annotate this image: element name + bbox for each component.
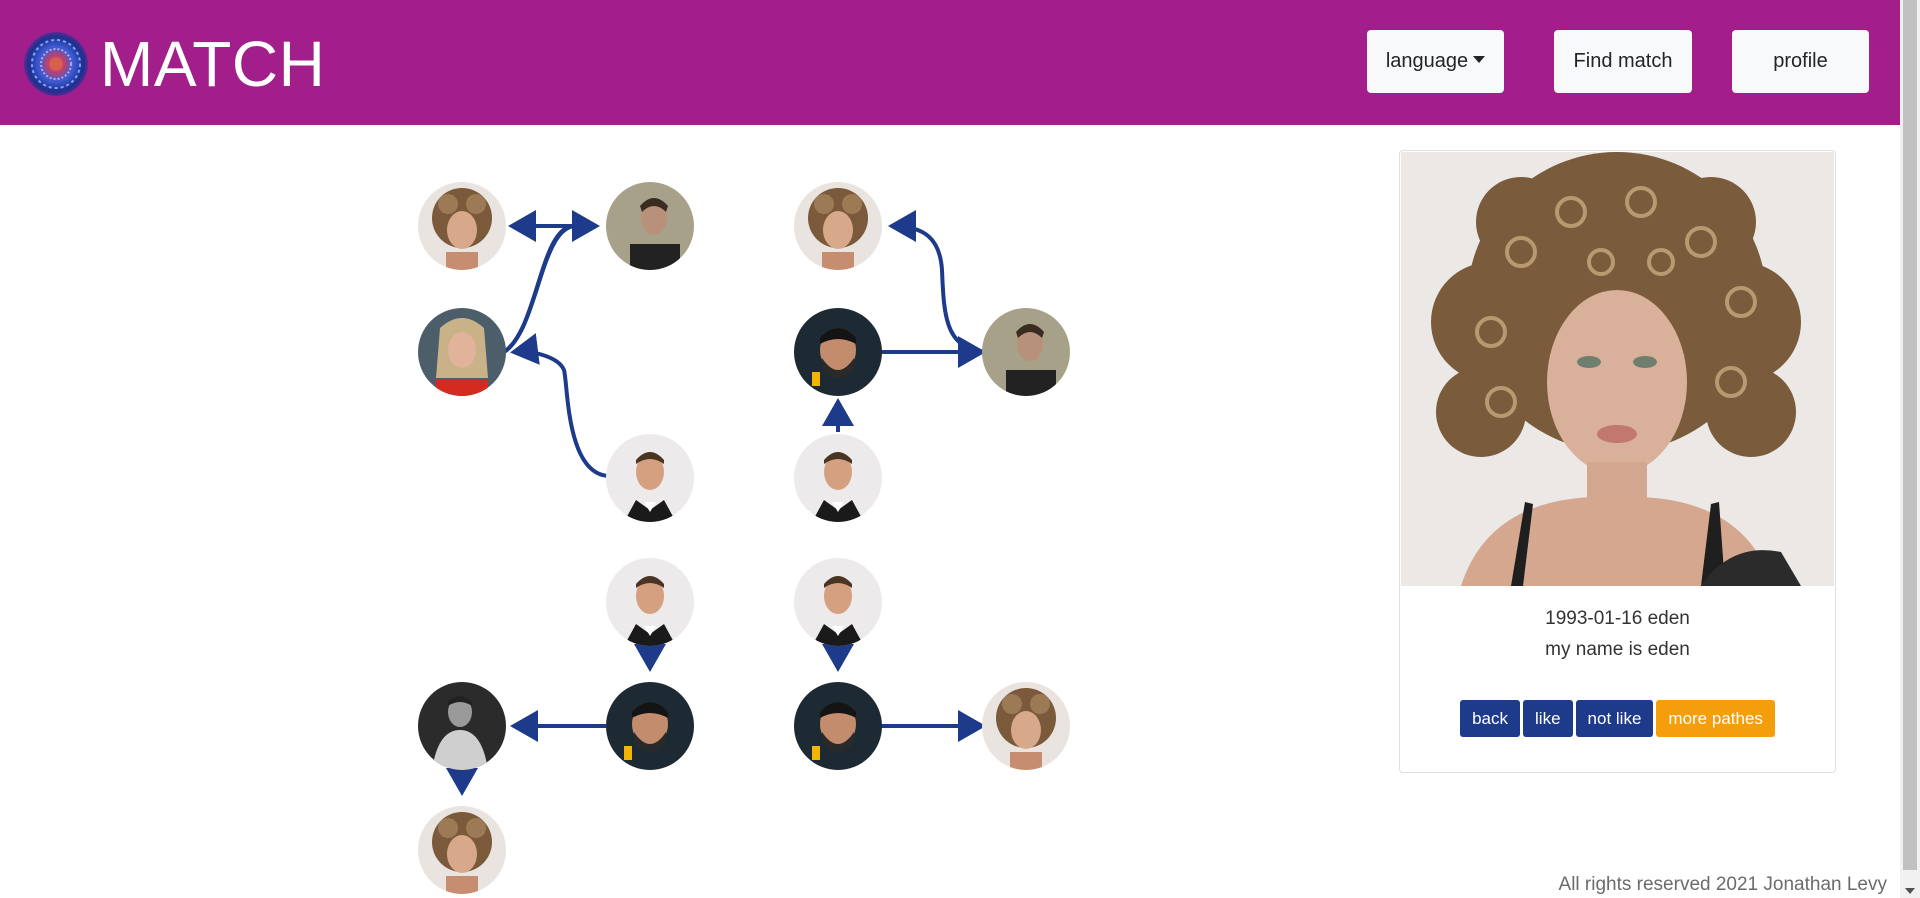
curly-hair-woman-avatar[interactable]: [982, 682, 1070, 770]
edge-arrow: [502, 210, 575, 354]
man-suit-avatar[interactable]: [606, 434, 694, 522]
profile-card: 1993-01-16 eden my name is eden back lik…: [1399, 150, 1836, 773]
navbar: MATCH language Find match profile: [0, 0, 1900, 125]
bearded-man-avatar[interactable]: [794, 308, 882, 396]
blonde-woman-red-top-avatar[interactable]: [418, 308, 506, 396]
like-button[interactable]: like: [1523, 700, 1573, 737]
profile-button[interactable]: profile: [1732, 30, 1869, 93]
brand-title[interactable]: MATCH: [100, 28, 325, 100]
page: MATCH language Find match profile 1993-0…: [0, 0, 1920, 898]
language-dropdown-button[interactable]: language: [1367, 30, 1504, 93]
profile-birth-and-name: 1993-01-16 eden: [1545, 608, 1690, 629]
graph-edges: [446, 210, 993, 796]
more-paths-button[interactable]: more pathes: [1656, 700, 1775, 737]
curly-hair-woman-avatar[interactable]: [418, 806, 506, 894]
profile-actions: back like not like more pathes: [1400, 700, 1835, 737]
back-button[interactable]: back: [1460, 700, 1521, 737]
man-suit-avatar[interactable]: [794, 434, 882, 522]
edge-arrow: [888, 210, 993, 354]
caret-down-icon: [1473, 56, 1486, 63]
profile-bio: my name is eden: [1545, 639, 1690, 660]
find-match-button[interactable]: Find match: [1554, 30, 1692, 93]
match-path-graph: [400, 170, 1100, 898]
man-suit-avatar[interactable]: [794, 558, 882, 646]
scroll-down-arrow-icon[interactable]: [1905, 888, 1915, 894]
not-like-button[interactable]: not like: [1575, 700, 1654, 737]
bearded-man-avatar[interactable]: [606, 682, 694, 770]
curly-hair-woman-avatar[interactable]: [418, 182, 506, 270]
edge-arrow: [510, 333, 611, 478]
mandala-logo-icon[interactable]: [24, 32, 88, 96]
curly-hair-woman-photo: [1401, 152, 1834, 586]
man-beige-background-avatar[interactable]: [606, 182, 694, 270]
man-beige-background-avatar[interactable]: [982, 308, 1070, 396]
man-suit-avatar[interactable]: [606, 558, 694, 646]
footer-copyright: All rights reserved 2021 Jonathan Levy: [1558, 874, 1887, 895]
bearded-man-avatar[interactable]: [794, 682, 882, 770]
page-scrollbar[interactable]: [1900, 0, 1920, 898]
bw-man-avatar[interactable]: [418, 682, 506, 770]
scrollbar-thumb[interactable]: [1903, 0, 1917, 870]
language-label: language: [1385, 50, 1469, 72]
curly-hair-woman-avatar[interactable]: [794, 182, 882, 270]
edge-arrow: [502, 210, 600, 354]
